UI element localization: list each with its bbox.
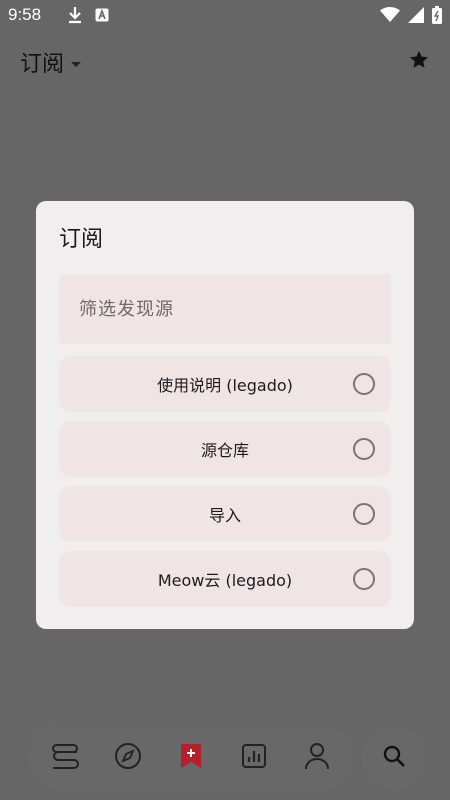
option-source-repo[interactable]: 源仓库 bbox=[59, 421, 391, 477]
search-button[interactable] bbox=[362, 726, 426, 790]
page-title: 订阅 bbox=[20, 52, 65, 77]
radio-button[interactable] bbox=[353, 438, 375, 460]
option-meow-cloud[interactable]: Meow云 (legado) bbox=[59, 551, 391, 607]
nav-discover[interactable] bbox=[104, 734, 152, 782]
person-icon bbox=[304, 742, 330, 774]
app-notification-icon bbox=[95, 8, 109, 22]
nav-bookshelf[interactable] bbox=[41, 734, 89, 782]
star-icon[interactable] bbox=[408, 49, 430, 75]
option-label: 导入 bbox=[208, 506, 241, 525]
option-import[interactable]: 导入 bbox=[59, 486, 391, 542]
compass-icon bbox=[114, 742, 142, 774]
option-label: 使用说明 (legado) bbox=[157, 376, 293, 395]
status-right bbox=[380, 6, 442, 24]
dialog-title: 订阅 bbox=[59, 227, 104, 252]
option-label: Meow云 (legado) bbox=[157, 571, 293, 590]
option-usage-guide[interactable]: 使用说明 (legado) bbox=[59, 356, 391, 412]
radio-button[interactable] bbox=[353, 503, 375, 525]
status-bar: 9:58 bbox=[0, 0, 450, 30]
bookshelf-icon bbox=[50, 743, 80, 773]
status-left: 9:58 bbox=[8, 5, 109, 25]
nav-profile[interactable] bbox=[293, 734, 341, 782]
app-bar: 订阅 bbox=[0, 38, 450, 86]
bottom-navigation bbox=[28, 726, 354, 790]
nav-statistics[interactable] bbox=[230, 734, 278, 782]
dropdown-arrow-icon bbox=[70, 53, 82, 72]
battery-icon bbox=[432, 6, 442, 24]
nav-rss[interactable] bbox=[167, 734, 215, 782]
rss-bookmark-icon bbox=[180, 743, 202, 773]
chart-icon bbox=[241, 743, 267, 773]
search-icon bbox=[382, 744, 406, 772]
radio-button[interactable] bbox=[353, 373, 375, 395]
filter-source-input[interactable] bbox=[59, 274, 391, 344]
subscription-dialog: 订阅 使用说明 (legado) 源仓库 导入 Meow云 (legado) bbox=[36, 201, 414, 629]
status-time: 9:58 bbox=[8, 5, 42, 24]
source-group-dropdown[interactable]: 订阅 bbox=[20, 46, 82, 78]
radio-button[interactable] bbox=[353, 568, 375, 590]
download-icon bbox=[67, 6, 83, 24]
wifi-icon bbox=[380, 7, 400, 23]
option-label: 源仓库 bbox=[200, 441, 249, 460]
signal-icon bbox=[408, 7, 424, 23]
